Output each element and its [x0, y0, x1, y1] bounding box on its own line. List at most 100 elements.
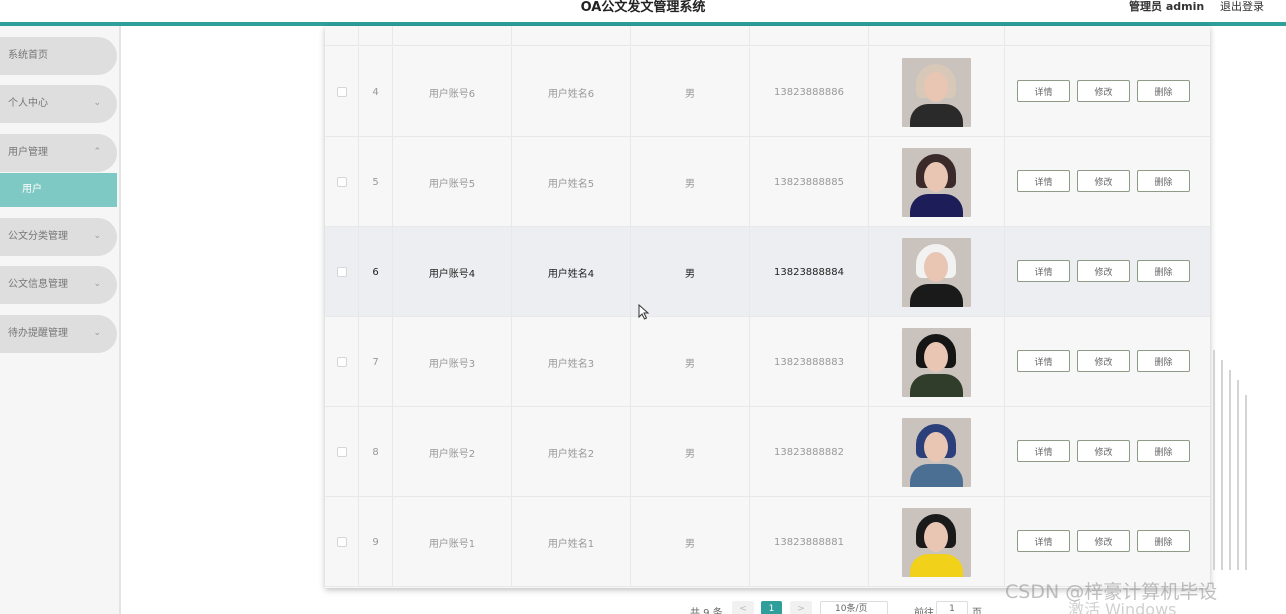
user-name: 用户姓名1 [512, 497, 631, 587]
decorative-lines [1213, 350, 1247, 570]
user-avatar [902, 327, 971, 397]
goto-label: 前往 [914, 608, 934, 614]
sidebar: 系统首页 个人中心 ⌄ 用户管理 ⌃ 用户 公文分类管理 ⌄ 公文信息管理 ⌄ … [0, 26, 121, 614]
row-checkbox[interactable] [336, 87, 347, 97]
table-row[interactable]: 9 用户账号1 用户姓名1 男 13823888881 详情 修改 删除 [325, 497, 1210, 587]
user-avatar [902, 57, 971, 127]
edit-button[interactable]: 修改 [1077, 350, 1130, 372]
detail-button[interactable]: 详情 [1017, 440, 1070, 462]
chevron-down-icon: ⌄ [93, 328, 101, 338]
table-row[interactable]: 7 用户账号3 用户姓名3 男 13823888883 详情 修改 删除 [325, 317, 1210, 407]
sidebar-item-user-management[interactable]: 用户管理 ⌃ [0, 134, 117, 172]
sidebar-item-label: 待办提醒管理 [8, 328, 68, 339]
pagination-total: 共 9 条 [690, 608, 723, 614]
table-row[interactable]: 4 用户账号6 用户姓名6 男 13823888886 详情 修改 删除 [325, 47, 1210, 137]
table-row[interactable]: 5 用户账号5 用户姓名5 男 13823888885 详情 修改 删除 [325, 137, 1210, 227]
user-phone: 13823888881 [750, 497, 869, 587]
delete-button[interactable]: 删除 [1137, 440, 1190, 462]
delete-button[interactable]: 删除 [1137, 80, 1190, 102]
page-size-select[interactable]: 10条/页 [820, 601, 888, 614]
sidebar-item-label: 系统首页 [8, 50, 48, 61]
current-user: 管理员 admin [1129, 0, 1205, 13]
edit-button[interactable]: 修改 [1077, 170, 1130, 192]
user-name: 用户姓名2 [512, 407, 631, 497]
detail-button[interactable]: 详情 [1017, 260, 1070, 282]
user-sex: 男 [631, 407, 750, 497]
table-row[interactable]: 6 用户账号4 用户姓名4 男 13823888884 详情 修改 删除 [325, 227, 1210, 317]
user-account: 用户账号2 [393, 407, 512, 497]
sidebar-subitem-label: 用户 [22, 184, 42, 195]
user-sex: 男 [631, 137, 750, 227]
sidebar-item-doc-category[interactable]: 公文分类管理 ⌄ [0, 218, 117, 256]
user-phone: 13823888884 [750, 227, 869, 317]
user-phone: 13823888886 [750, 47, 869, 137]
user-account: 用户账号4 [393, 227, 512, 317]
chevron-down-icon: ⌄ [93, 98, 101, 108]
delete-button[interactable]: 删除 [1137, 530, 1190, 552]
chevron-down-icon: ⌄ [93, 231, 101, 241]
row-checkbox[interactable] [336, 177, 347, 187]
detail-button[interactable]: 详情 [1017, 80, 1070, 102]
user-avatar [902, 147, 971, 217]
row-index: 7 [359, 317, 393, 407]
logout-link[interactable]: 退出登录 [1220, 0, 1264, 13]
delete-button[interactable]: 删除 [1137, 350, 1190, 372]
top-header: OA公文发文管理系统 管理员 admin 退出登录 [0, 0, 1286, 22]
user-phone: 13823888883 [750, 317, 869, 407]
user-avatar [902, 507, 971, 577]
pagination-next-button[interactable]: > [790, 601, 812, 614]
delete-button[interactable]: 删除 [1137, 260, 1190, 282]
row-checkbox[interactable] [336, 267, 347, 277]
user-account: 用户账号6 [393, 47, 512, 137]
user-sex: 男 [631, 497, 750, 587]
row-checkbox[interactable] [336, 447, 347, 457]
user-account: 用户账号3 [393, 317, 512, 407]
chevron-up-icon: ⌃ [93, 147, 101, 157]
detail-button[interactable]: 详情 [1017, 530, 1070, 552]
table-row[interactable]: 8 用户账号2 用户姓名2 男 13823888882 详情 修改 删除 [325, 407, 1210, 497]
user-account: 用户账号1 [393, 497, 512, 587]
sidebar-item-doc-info[interactable]: 公文信息管理 ⌄ [0, 266, 117, 304]
row-index: 6 [359, 227, 393, 317]
row-index: 8 [359, 407, 393, 497]
user-phone: 13823888882 [750, 407, 869, 497]
detail-button[interactable]: 详情 [1017, 170, 1070, 192]
edit-button[interactable]: 修改 [1077, 530, 1130, 552]
user-phone: 13823888885 [750, 137, 869, 227]
row-checkbox[interactable] [336, 357, 347, 367]
user-name: 用户姓名6 [512, 47, 631, 137]
user-account: 用户账号5 [393, 137, 512, 227]
edit-button[interactable]: 修改 [1077, 80, 1130, 102]
user-name: 用户姓名5 [512, 137, 631, 227]
user-avatar [902, 417, 971, 487]
pagination-page-1[interactable]: 1 [761, 601, 782, 614]
user-name: 用户姓名4 [512, 227, 631, 317]
sidebar-item-home[interactable]: 系统首页 [0, 37, 117, 75]
row-index: 9 [359, 497, 393, 587]
sidebar-item-personal-center[interactable]: 个人中心 ⌄ [0, 85, 117, 123]
sidebar-item-label: 公文分类管理 [8, 231, 68, 242]
mouse-cursor-icon [638, 304, 650, 320]
user-name: 用户姓名3 [512, 317, 631, 407]
row-checkbox[interactable] [336, 537, 347, 547]
windows-activation-watermark: 激活 Windows [1068, 600, 1177, 614]
pagination-prev-button[interactable]: < [732, 601, 754, 614]
detail-button[interactable]: 详情 [1017, 350, 1070, 372]
user-sex: 男 [631, 317, 750, 407]
page-unit-label: 页 [972, 608, 982, 614]
user-table: 4 用户账号6 用户姓名6 男 13823888886 详情 修改 删除 5 用户账号5 用户姓名5… [325, 26, 1210, 588]
row-index: 4 [359, 47, 393, 137]
sidebar-item-label: 公文信息管理 [8, 279, 68, 290]
sidebar-item-todo-reminder[interactable]: 待办提醒管理 ⌄ [0, 315, 117, 353]
delete-button[interactable]: 删除 [1137, 170, 1190, 192]
goto-page-input[interactable]: 1 [936, 601, 968, 614]
page-title: OA公文发文管理系统 [580, 0, 706, 15]
sidebar-subitem-users[interactable]: 用户 [0, 173, 117, 207]
table-row-partial [325, 26, 1210, 46]
edit-button[interactable]: 修改 [1077, 440, 1130, 462]
sidebar-item-label: 用户管理 [8, 147, 48, 158]
chevron-down-icon: ⌄ [93, 279, 101, 289]
edit-button[interactable]: 修改 [1077, 260, 1130, 282]
user-avatar [902, 237, 971, 307]
row-index: 5 [359, 137, 393, 227]
